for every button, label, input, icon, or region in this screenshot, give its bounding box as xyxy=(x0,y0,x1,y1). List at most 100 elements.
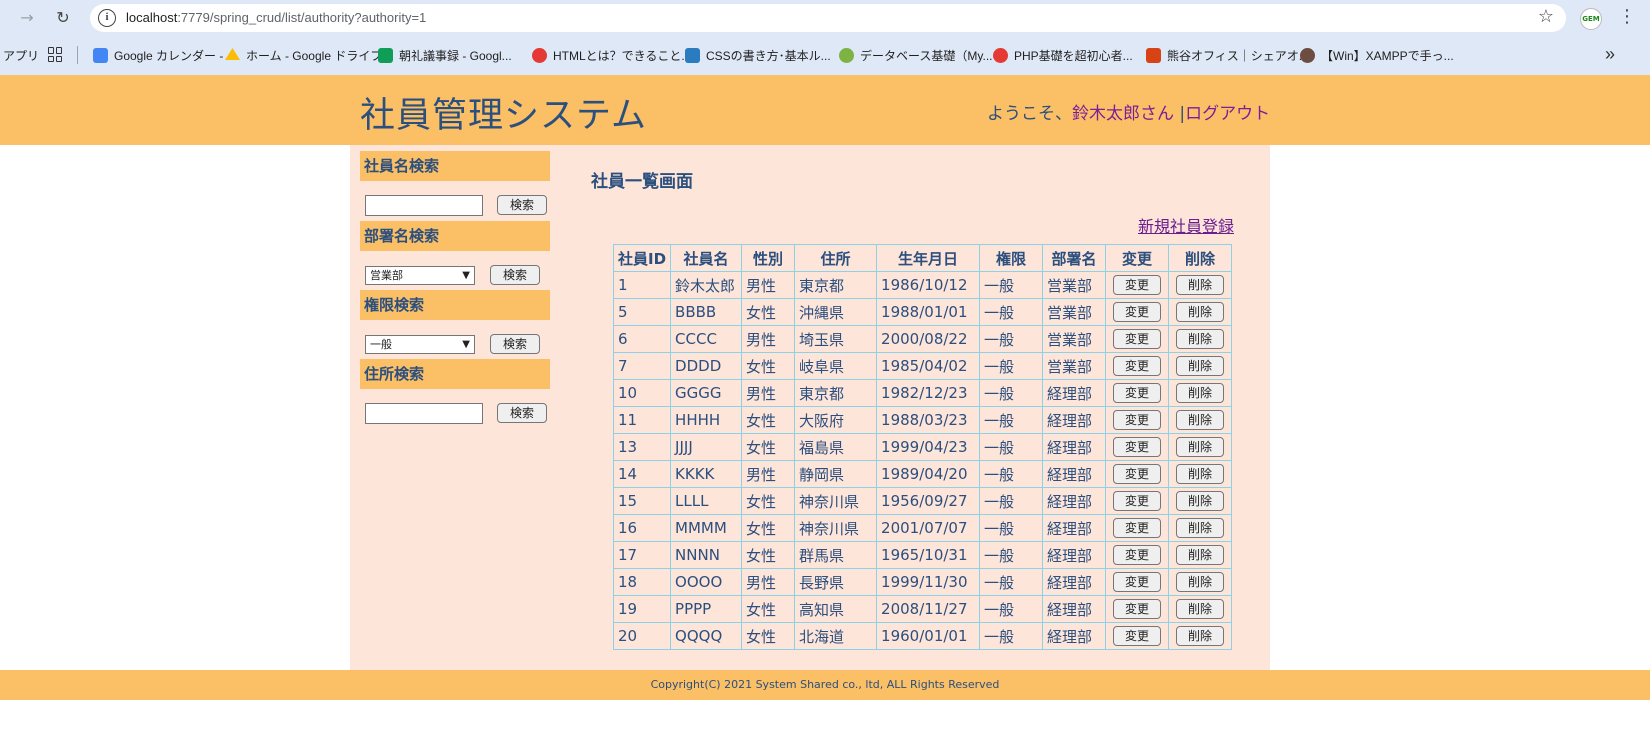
cell-action: 変更 xyxy=(1105,568,1170,596)
cell-action: 変更 xyxy=(1105,433,1170,461)
logout-link[interactable]: ログアウト xyxy=(1185,104,1270,124)
cell-birthday: 2001/07/07 xyxy=(876,514,981,542)
column-header: 変更 xyxy=(1105,244,1170,272)
edit-button[interactable]: 変更 xyxy=(1113,356,1162,376)
cell-gender: 男性 xyxy=(741,568,796,596)
more-bookmarks-icon[interactable]: » xyxy=(1605,44,1615,65)
cell-name: NNNN xyxy=(670,541,743,569)
cell-id: 16 xyxy=(612,514,672,542)
apps-grid-icon[interactable] xyxy=(48,47,63,62)
cell-authority: 一般 xyxy=(979,379,1044,407)
cell-dept: 経理部 xyxy=(1042,379,1107,407)
table-row: 6 CCCC 男性 埼玉県 2000/08/22 一般 営業部 変更 削除 xyxy=(612,325,1233,353)
bookmark-item[interactable]: ホーム - Google ドライブ xyxy=(225,47,382,64)
reload-icon[interactable]: ↻ xyxy=(51,6,75,30)
bookmark-item[interactable]: PHP基礎を超初心者... xyxy=(993,47,1133,64)
edit-button[interactable]: 変更 xyxy=(1113,545,1162,565)
cell-address: 北海道 xyxy=(794,622,878,650)
delete-button[interactable]: 削除 xyxy=(1176,464,1225,484)
cell-action: 変更 xyxy=(1105,487,1170,515)
cell-gender: 女性 xyxy=(741,622,796,650)
edit-button[interactable]: 変更 xyxy=(1113,599,1162,619)
bookmark-apps[interactable]: アプリ xyxy=(3,47,39,64)
delete-button[interactable]: 削除 xyxy=(1176,329,1225,349)
cell-dept: 営業部 xyxy=(1042,271,1107,299)
delete-button[interactable]: 削除 xyxy=(1176,437,1225,457)
bookmark-item[interactable]: 朝礼議事録 - Googl... xyxy=(378,47,512,64)
address-search-input[interactable] xyxy=(365,403,483,424)
delete-button[interactable]: 削除 xyxy=(1176,572,1225,592)
edit-button[interactable]: 変更 xyxy=(1113,491,1162,511)
edit-button[interactable]: 変更 xyxy=(1113,275,1162,295)
dept-search-button[interactable]: 検索 xyxy=(490,265,540,285)
forward-icon[interactable]: → xyxy=(15,6,39,30)
edit-button[interactable]: 変更 xyxy=(1113,464,1162,484)
cell-dept: 営業部 xyxy=(1042,298,1107,326)
cell-gender: 男性 xyxy=(741,271,796,299)
edit-button[interactable]: 変更 xyxy=(1113,572,1162,592)
cell-address: 高知県 xyxy=(794,595,878,623)
bookmark-item[interactable]: CSSの書き方･基本ル... xyxy=(685,47,831,64)
delete-button[interactable]: 削除 xyxy=(1176,410,1225,430)
name-search-input[interactable] xyxy=(365,195,483,216)
cell-action: 削除 xyxy=(1168,352,1233,380)
cell-action: 変更 xyxy=(1105,541,1170,569)
browser-menu-icon[interactable]: ⋮ xyxy=(1618,6,1636,27)
cell-birthday: 1999/11/30 xyxy=(876,568,981,596)
cell-authority: 一般 xyxy=(979,406,1044,434)
name-search-button[interactable]: 検索 xyxy=(497,195,547,215)
cell-action: 削除 xyxy=(1168,433,1233,461)
cell-id: 7 xyxy=(612,352,672,380)
delete-button[interactable]: 削除 xyxy=(1176,275,1225,295)
delete-button[interactable]: 削除 xyxy=(1176,491,1225,511)
edit-button[interactable]: 変更 xyxy=(1113,626,1162,646)
profile-avatar[interactable]: GEM xyxy=(1580,8,1602,30)
table-row: 20 QQQQ 女性 北海道 1960/01/01 一般 経理部 変更 削除 xyxy=(612,622,1233,650)
delete-button[interactable]: 削除 xyxy=(1176,626,1225,646)
edit-button[interactable]: 変更 xyxy=(1113,383,1162,403)
authority-search-button[interactable]: 検索 xyxy=(490,334,540,354)
cell-dept: 経理部 xyxy=(1042,622,1107,650)
address-bar[interactable]: i localhost:7779/spring_crud/list/author… xyxy=(90,4,1566,32)
cell-authority: 一般 xyxy=(979,622,1044,650)
bookmark-item[interactable]: 熊谷オフィス｜シェアオ... xyxy=(1146,47,1309,64)
edit-button[interactable]: 変更 xyxy=(1113,410,1162,430)
cell-id: 11 xyxy=(612,406,672,434)
bookmark-item[interactable]: HTMLとは？できること... xyxy=(532,47,691,64)
cell-address: 神奈川県 xyxy=(794,487,878,515)
site-info-icon[interactable]: i xyxy=(98,9,116,27)
bookmark-item[interactable]: データベース基礎（My... xyxy=(839,47,993,64)
delete-button[interactable]: 削除 xyxy=(1176,518,1225,538)
edit-button[interactable]: 変更 xyxy=(1113,437,1162,457)
cell-authority: 一般 xyxy=(979,568,1044,596)
bookmark-star-icon[interactable]: ☆ xyxy=(1538,6,1554,27)
delete-button[interactable]: 削除 xyxy=(1176,599,1225,619)
authority-select[interactable]: 一般 ▼ xyxy=(365,335,475,354)
bookmark-item[interactable]: Google カレンダー - xyxy=(93,47,223,64)
delete-button[interactable]: 削除 xyxy=(1176,545,1225,565)
cell-id: 17 xyxy=(612,541,672,569)
delete-button[interactable]: 削除 xyxy=(1176,302,1225,322)
cell-id: 13 xyxy=(612,433,672,461)
edit-button[interactable]: 変更 xyxy=(1113,329,1162,349)
cell-action: 削除 xyxy=(1168,460,1233,488)
cell-dept: 経理部 xyxy=(1042,514,1107,542)
cell-address: 神奈川県 xyxy=(794,514,878,542)
user-name-link[interactable]: 鈴木太郎さん xyxy=(1072,104,1174,124)
dept-select[interactable]: 営業部 ▼ xyxy=(365,266,475,285)
employee-table: 社員ID 社員名 性別 住所 生年月日 権限 部署名 変更 削除 1 鈴木太郎 男性… xyxy=(612,244,1233,650)
new-employee-link[interactable]: 新規社員登録 xyxy=(1138,213,1234,237)
welcome-message: ようこそ、鈴木太郎さん |ログアウト xyxy=(987,104,1271,124)
delete-button[interactable]: 削除 xyxy=(1176,383,1225,403)
cell-dept: 経理部 xyxy=(1042,568,1107,596)
cell-gender: 男性 xyxy=(741,325,796,353)
edit-button[interactable]: 変更 xyxy=(1113,302,1162,322)
delete-button[interactable]: 削除 xyxy=(1176,356,1225,376)
url-text[interactable]: localhost:7779/spring_crud/list/authorit… xyxy=(126,10,426,25)
bookmark-item[interactable]: 【Win】XAMPPで手っ... xyxy=(1300,47,1454,64)
edit-button[interactable]: 変更 xyxy=(1113,518,1162,538)
cell-id: 14 xyxy=(612,460,672,488)
address-search-button[interactable]: 検索 xyxy=(497,403,547,423)
database-site-icon xyxy=(839,48,854,63)
name-search-heading: 社員名検索 xyxy=(360,151,550,181)
